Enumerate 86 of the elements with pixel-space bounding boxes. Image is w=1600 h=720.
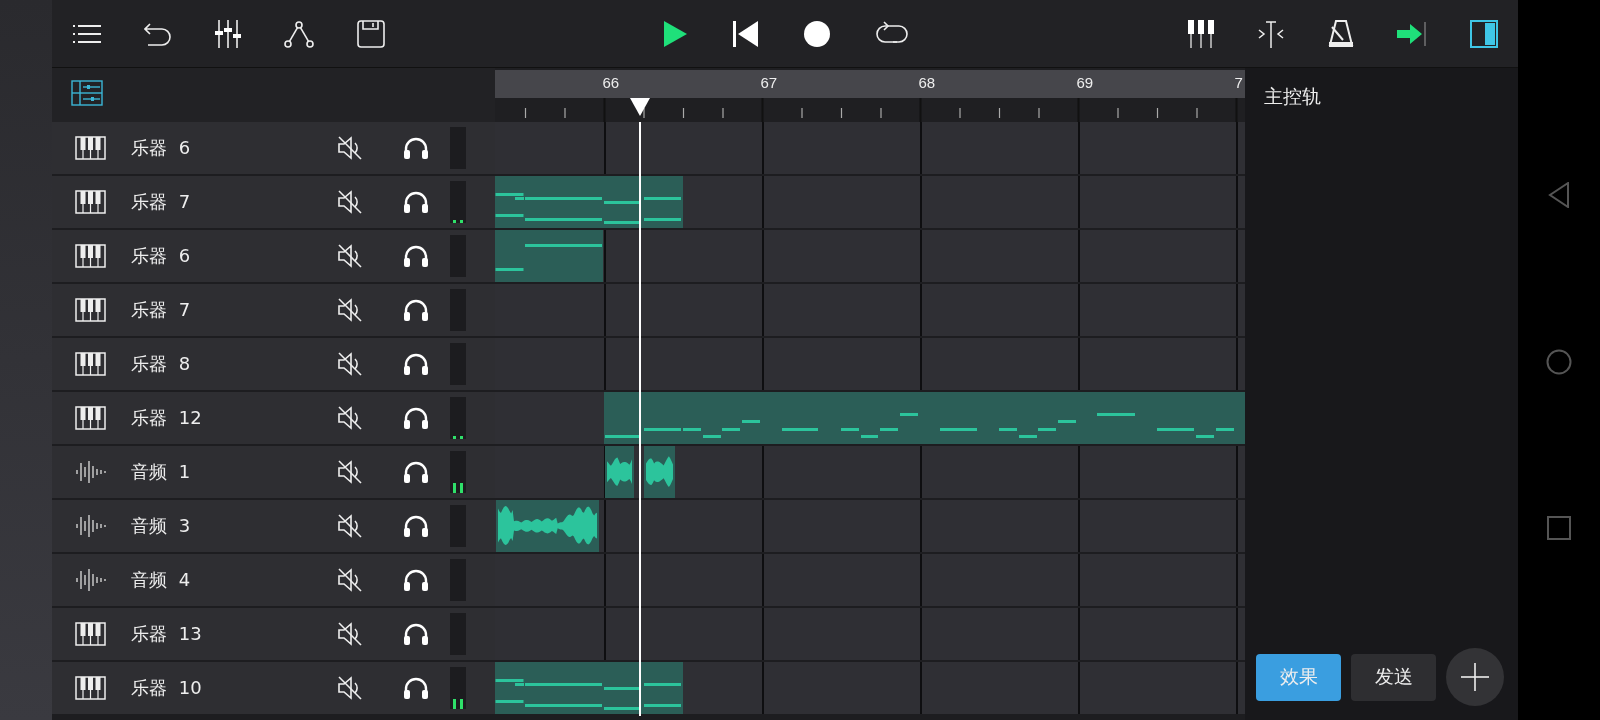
track-header[interactable]: 乐器 13 [52,608,495,660]
mute-icon[interactable] [337,675,363,701]
track-header[interactable]: 乐器 12 [52,392,495,444]
headphones-icon[interactable] [403,460,429,484]
panel-title: 主控轨 [1263,84,1322,109]
record-icon[interactable] [804,20,830,47]
mute-icon[interactable] [337,513,363,539]
midi-clip[interactable] [495,662,683,714]
headphones-icon[interactable] [403,136,429,160]
menu-icon[interactable] [73,22,101,45]
track-name: 乐器 8 [131,352,192,376]
headphones-icon[interactable] [403,676,429,700]
mixer-icon[interactable] [215,19,241,48]
track-header[interactable]: 乐器 10 [52,662,495,714]
headphones-icon[interactable] [403,244,429,268]
piano-icon [75,622,106,646]
midi-clip[interactable] [495,230,603,282]
bar-number: 66 [602,74,620,91]
audio-clip[interactable] [644,446,675,498]
track-name: 音频 1 [131,460,192,484]
split-icon[interactable] [1257,19,1285,48]
bar-number: 69 [1076,74,1094,91]
waveform-icon [75,568,106,592]
panel-tab[interactable]: 发送 [1351,653,1436,701]
track-name: 乐器 12 [131,406,203,430]
track-mixer-icon[interactable] [71,80,103,106]
track-name: 乐器 7 [131,190,192,214]
track-header[interactable]: 乐器 6 [52,230,495,282]
piano-icon [75,406,106,430]
mute-icon[interactable] [337,567,363,593]
track-header[interactable]: 音频 1 [52,446,495,498]
arrow-right-icon[interactable] [1397,21,1427,46]
headphones-icon[interactable] [403,514,429,538]
track-header[interactable]: 乐器 7 [52,284,495,336]
waveform-icon [75,460,106,484]
track-name: 乐器 7 [131,298,192,322]
midi-clip[interactable] [495,176,683,228]
mute-icon[interactable] [337,621,363,647]
audio-clip[interactable] [496,500,599,552]
piano-keys-icon[interactable] [1188,19,1214,48]
mute-icon[interactable] [337,189,363,215]
nodes-icon[interactable] [284,18,314,49]
recents-icon[interactable] [1547,516,1571,540]
headphones-icon[interactable] [403,568,429,592]
waveform-icon [75,514,106,538]
metronome-icon[interactable] [1328,19,1354,48]
panel-toggle-icon[interactable] [1470,19,1498,48]
headphones-icon[interactable] [403,190,429,214]
track-name: 乐器 6 [131,136,192,160]
back-icon[interactable] [1548,182,1570,208]
bar-number: 67 [760,74,778,91]
headphones-icon[interactable] [403,406,429,430]
piano-icon [75,136,106,160]
home-icon[interactable] [1546,349,1572,375]
track-name: 乐器 13 [131,622,203,646]
piano-icon [75,676,106,700]
mute-icon[interactable] [337,135,363,161]
save-icon[interactable] [357,19,385,48]
skip-to-start-icon[interactable] [733,19,759,48]
track-name: 乐器 6 [131,244,192,268]
piano-icon [75,190,106,214]
track-header[interactable]: 乐器 8 [52,338,495,390]
track-header[interactable]: 乐器 7 [52,176,495,228]
mute-icon[interactable] [337,405,363,431]
piano-icon [75,244,106,268]
mute-icon[interactable] [337,243,363,269]
headphones-icon[interactable] [403,298,429,322]
piano-icon [75,352,106,376]
track-name: 乐器 10 [131,676,203,700]
track-header[interactable]: 音频 4 [52,554,495,606]
track-header[interactable]: 乐器 6 [52,122,495,174]
mute-icon[interactable] [337,297,363,323]
mute-icon[interactable] [337,459,363,485]
piano-icon [75,298,106,322]
audio-clip[interactable] [605,446,634,498]
mute-icon[interactable] [337,351,363,377]
track-name: 音频 4 [131,568,192,592]
track-name: 音频 3 [131,514,192,538]
undo-icon[interactable] [144,21,172,46]
bar-number: 7 [1234,74,1243,91]
headphones-icon[interactable] [403,622,429,646]
play-icon[interactable] [662,19,688,48]
headphones-icon[interactable] [403,352,429,376]
track-header[interactable]: 音频 3 [52,500,495,552]
plus-icon [1461,663,1489,691]
bar-number: 68 [918,74,936,91]
